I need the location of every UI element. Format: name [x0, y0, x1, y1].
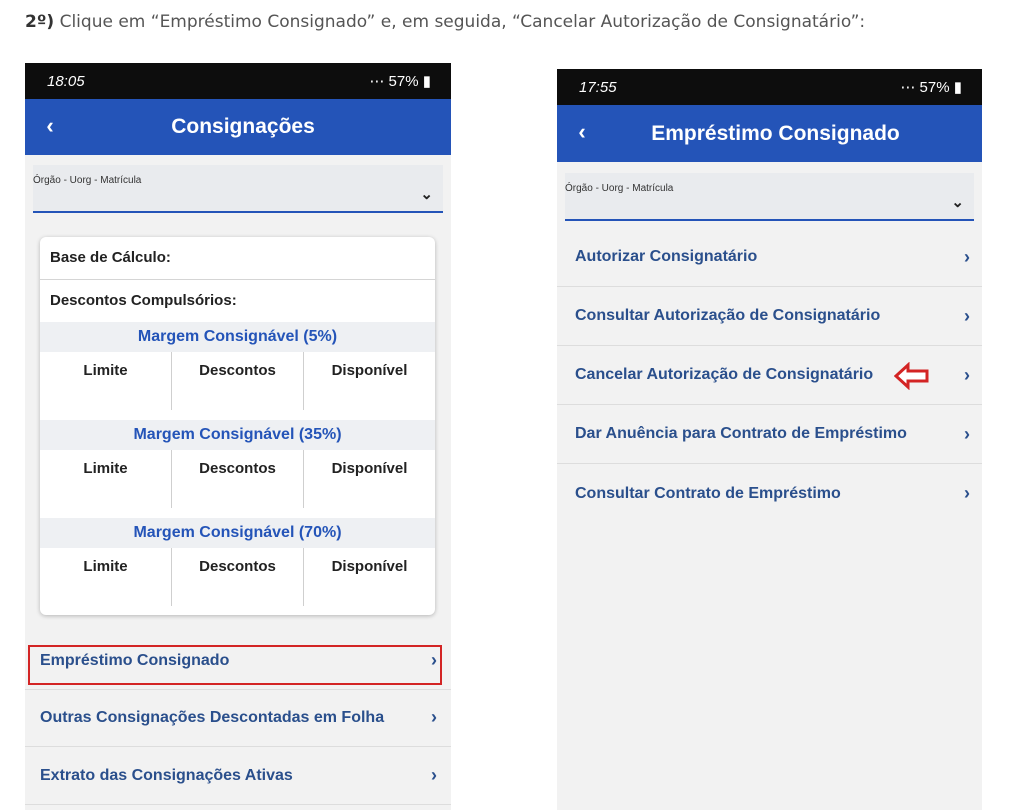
margin-block-70: Margem Consignável (70%) Limite Desconto… [40, 518, 435, 606]
menu-item-label: Outras Consignações Descontadas em Folha [40, 708, 385, 726]
menu-item-label: Consultar Contrato de Empréstimo [575, 484, 841, 502]
col-limite: Limite [83, 558, 128, 575]
col-disponivel: Disponível [303, 352, 435, 410]
app-header: ‹ Empréstimo Consignado [557, 105, 982, 162]
menu-item-dar-anuencia[interactable]: Dar Anuência para Contrato de Empréstimo… [557, 405, 982, 464]
margin-block-35: Margem Consignável (35%) Limite Desconto… [40, 420, 435, 508]
status-bar: 17:55 ⋯ 57% ▮ [557, 69, 982, 105]
descontos-label: Descontos Compulsórios: [50, 292, 237, 309]
status-bar: 18:05 ⋯ 57% ▮ [25, 63, 451, 99]
app-header: ‹ Consignações [25, 99, 451, 155]
battery-icon: ▮ [949, 79, 962, 96]
menu-item-autorizar[interactable]: Autorizar Consignatário › [557, 228, 982, 287]
menu-item-label: Extrato das Consignações Ativas [40, 766, 293, 784]
select-label: Órgão - Uorg - Matrícula [33, 175, 142, 186]
battery-indicator: ⋯ 57% ▮ [900, 79, 962, 96]
col-descontos: Descontos [171, 450, 303, 508]
battery-indicator: ⋯ 57% ▮ [369, 73, 431, 90]
menu-item-label: Cancelar Autorização de Consignatário [575, 366, 874, 383]
col-disponivel: Disponível [303, 548, 435, 606]
page-title: Empréstimo Consignado [651, 121, 900, 145]
menu-item-emprestimo-consignado[interactable]: Empréstimo Consignado › [25, 632, 451, 690]
chevron-down-icon: ⌄ [420, 186, 433, 203]
chevron-right-icon: › [431, 765, 437, 785]
back-chevron-icon[interactable]: ‹ [35, 111, 65, 141]
menu-item-outras-consignacoes[interactable]: Outras Consignações Descontadas em Folha… [25, 689, 451, 747]
chevron-right-icon: › [964, 423, 970, 444]
menu-item-consultar-contrato[interactable]: Consultar Contrato de Empréstimo › [557, 464, 982, 523]
battery-icon: ▮ [418, 73, 431, 90]
wifi-signal-icon: ⋯ [900, 79, 920, 96]
instruction-text: 2º) Clique em “Empréstimo Consignado” e,… [25, 12, 985, 32]
chevron-right-icon: › [964, 364, 970, 385]
chevron-right-icon: › [431, 707, 437, 727]
menu-item-label: Empréstimo Consignado [40, 651, 230, 669]
col-limite: Limite [83, 460, 128, 477]
menu-item-label: Dar Anuência para Contrato de Empréstimo [575, 425, 907, 442]
chevron-right-icon: › [964, 246, 970, 267]
wifi-signal-icon: ⋯ [369, 73, 389, 90]
col-descontos: Descontos [171, 548, 303, 606]
status-time: 17:55 [579, 78, 617, 96]
menu-item-label: Autorizar Consignatário [575, 248, 758, 265]
menu-item-consultar-autorizacao[interactable]: Consultar Autorização de Consignatário › [557, 287, 982, 346]
page-title: Consignações [171, 115, 315, 138]
col-disponivel: Disponível [303, 450, 435, 508]
margin-card: Base de Cálculo: Descontos Compulsórios:… [40, 237, 435, 615]
orgao-select[interactable]: Órgão - Uorg - Matrícula ⌄ [33, 165, 443, 213]
chevron-right-icon: › [964, 305, 970, 326]
margin-title: Margem Consignável (5%) [40, 322, 435, 352]
select-label: Órgão - Uorg - Matrícula [565, 183, 674, 194]
margin-title: Margem Consignável (70%) [40, 518, 435, 548]
instruction-body: Clique em “Empréstimo Consignado” e, em … [59, 12, 866, 32]
red-left-arrow-icon [894, 362, 929, 390]
base-calculo-label: Base de Cálculo: [40, 237, 435, 280]
phone-screenshot-consignacoes: 18:05 ⋯ 57% ▮ ‹ Consignações Órgão - Uor… [25, 63, 451, 810]
chevron-down-icon: ⌄ [951, 194, 964, 211]
chevron-right-icon: › [431, 650, 437, 670]
margin-block-5: Margem Consignável (5%) Limite Descontos… [40, 322, 435, 410]
phone-screenshot-emprestimo: 17:55 ⋯ 57% ▮ ‹ Empréstimo Consignado Ór… [557, 69, 982, 810]
chevron-right-icon: › [964, 483, 970, 503]
col-limite: Limite [83, 362, 128, 379]
menu-item-label: Consultar Autorização de Consignatário [575, 307, 881, 324]
col-descontos: Descontos [171, 352, 303, 410]
menu-item-extrato-consignacoes[interactable]: Extrato das Consignações Ativas › [25, 747, 451, 805]
status-time: 18:05 [47, 72, 85, 90]
orgao-select[interactable]: Órgão - Uorg - Matrícula ⌄ [565, 173, 974, 221]
margin-title: Margem Consignável (35%) [40, 420, 435, 450]
instruction-step: 2º) [25, 12, 55, 32]
back-chevron-icon[interactable]: ‹ [567, 117, 597, 147]
